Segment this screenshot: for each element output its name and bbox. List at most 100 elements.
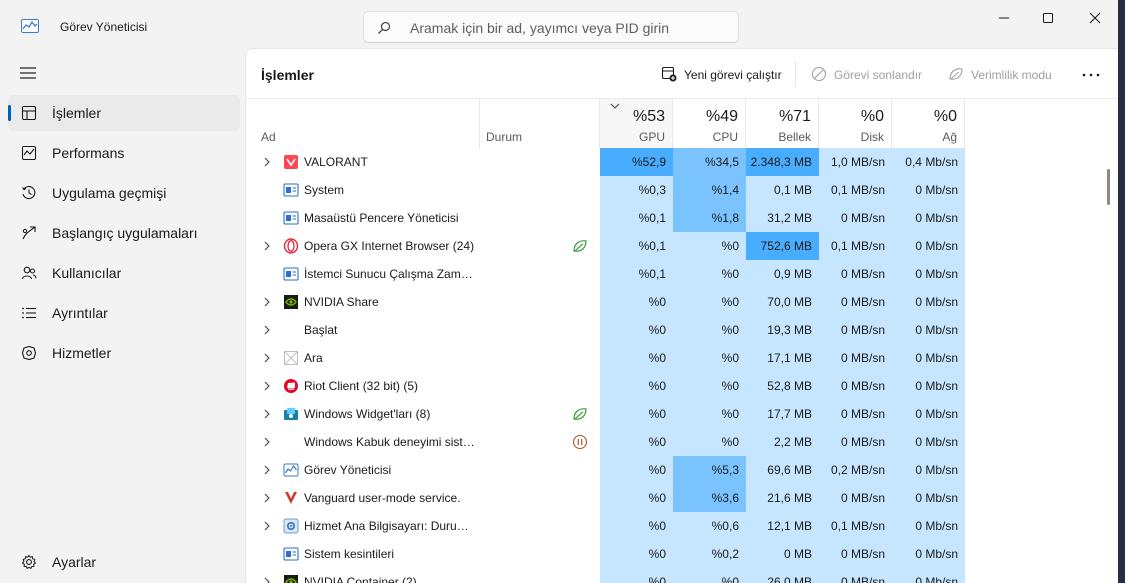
- status-cell: [480, 512, 600, 540]
- search-app-icon: [284, 351, 298, 365]
- process-name-cell: VALORANT: [246, 148, 480, 176]
- column-header-network[interactable]: %0 Ağ: [892, 99, 965, 149]
- close-button[interactable]: [1072, 0, 1118, 36]
- cpu-cell: %34,5: [673, 148, 746, 176]
- hamburger-menu-icon[interactable]: [19, 66, 37, 80]
- disk-cell: 1,0 MB/sn: [819, 148, 892, 176]
- efficiency-mode-button[interactable]: Verimlilik modu: [948, 64, 1063, 86]
- settings-button[interactable]: Ayarlar: [8, 544, 240, 580]
- gear-icon: [21, 554, 37, 570]
- table-row[interactable]: Ara %0 %0 17,1 MB 0 MB/sn 0 Mb/sn: [246, 344, 1118, 372]
- column-header-cpu[interactable]: %49 CPU: [673, 99, 746, 149]
- efficiency-leaf-icon: [573, 240, 587, 252]
- table-row[interactable]: Windows Kabuk deneyimi sistemi %0 %0 2,2 MB…: [246, 428, 1118, 456]
- column-label-memory: Bellek: [778, 130, 811, 144]
- disk-cell: 0 MB/sn: [819, 204, 892, 232]
- column-header-status[interactable]: Durum: [480, 99, 600, 149]
- sidebar-item-processes[interactable]: İşlemler: [8, 95, 240, 131]
- chevron-right-icon[interactable]: [264, 409, 270, 419]
- sidebar-item-startup-apps[interactable]: Başlangıç uygulamaları: [8, 215, 240, 251]
- end-task-button[interactable]: Görevi sonlandır: [811, 64, 931, 86]
- chevron-right-icon[interactable]: [264, 297, 270, 307]
- table-row[interactable]: Opera GX Internet Browser (24) %0,1 %0 752,…: [246, 232, 1118, 260]
- table-row[interactable]: Riot Client (32 bit) (5) %0 %0 52,8 MB 0 MB/…: [246, 372, 1118, 400]
- cpu-cell: %0: [673, 400, 746, 428]
- chevron-right-icon[interactable]: [264, 157, 270, 167]
- column-header-gpu[interactable]: %53 GPU: [600, 99, 673, 149]
- vertical-scrollbar[interactable]: [1107, 154, 1110, 583]
- sidebar-item-users[interactable]: Kullanıcılar: [8, 255, 240, 291]
- process-name: Opera GX Internet Browser (24): [304, 239, 475, 253]
- minimize-button[interactable]: [981, 0, 1027, 36]
- network-total-percent: %0: [933, 108, 957, 125]
- column-header-disk[interactable]: %0 Disk: [819, 99, 892, 149]
- gpu-cell: %0: [600, 512, 673, 540]
- network-cell: 0 Mb/sn: [892, 232, 965, 260]
- gpu-cell: %0: [600, 540, 673, 568]
- chevron-right-icon[interactable]: [264, 437, 270, 447]
- table-row[interactable]: Sistem kesintileri %0 %0,2 0 MB 0 MB/sn 0 Mb/…: [246, 540, 1118, 568]
- memory-cell: 0,9 MB: [746, 260, 819, 288]
- widgets-icon: [284, 408, 298, 420]
- sidebar-item-app-history[interactable]: Uygulama geçmişi: [8, 175, 240, 211]
- table-row[interactable]: VALORANT %52,9 %34,5 2.348,3 MB 1,0 MB/sn 0,4…: [246, 148, 1118, 176]
- process-name: Hizmet Ana Bilgisayarı: Durum Deposu Hiz…: [304, 519, 476, 533]
- column-label-disk: Disk: [860, 130, 884, 144]
- chevron-right-icon[interactable]: [264, 493, 270, 503]
- details-icon: [22, 307, 36, 319]
- table-row[interactable]: NVIDIA Share %0 %0 70,0 MB 0 MB/sn 0 Mb/sn: [246, 288, 1118, 316]
- status-cell: [480, 260, 600, 288]
- chevron-right-icon[interactable]: [264, 465, 270, 475]
- disk-cell: 0 MB/sn: [819, 372, 892, 400]
- memory-cell: 12,1 MB: [746, 512, 819, 540]
- sidebar-item-details[interactable]: Ayrıntılar: [8, 295, 240, 331]
- table-row[interactable]: System %0,3 %1,4 0,1 MB 0,1 MB/sn 0 Mb/sn: [246, 176, 1118, 204]
- process-name: Windows Widget'ları (8): [304, 407, 431, 421]
- sidebar-item-services[interactable]: Hizmetler: [8, 335, 240, 371]
- table-row[interactable]: Vanguard user-mode service. %0 %3,6 21,6 MB…: [246, 484, 1118, 512]
- performance-icon: [21, 145, 37, 161]
- column-label-cpu: CPU: [712, 130, 738, 144]
- chevron-right-icon[interactable]: [264, 353, 270, 363]
- cpu-cell: %0: [673, 372, 746, 400]
- gpu-cell: %0: [600, 568, 673, 583]
- active-indicator: [8, 105, 11, 121]
- column-header-memory[interactable]: %71 Bellek: [746, 99, 819, 149]
- scrollbar-thumb[interactable]: [1107, 169, 1110, 205]
- table-row[interactable]: Windows Widget'ları (8) %0 %0 17,7 MB 0 MB/s…: [246, 400, 1118, 428]
- cpu-cell: %0: [673, 232, 746, 260]
- table-row[interactable]: Görev Yöneticisi %0 %5,3 69,6 MB 0,2 MB/sn 0 …: [246, 456, 1118, 484]
- chevron-right-icon[interactable]: [264, 577, 270, 583]
- process-name: Windows Kabuk deneyimi sistemi: [304, 435, 476, 449]
- maximize-button[interactable]: [1025, 0, 1071, 36]
- background-window-edge: [1118, 0, 1125, 583]
- status-cell: [480, 372, 600, 400]
- gpu-cell: %0,1: [600, 260, 673, 288]
- disk-cell: 0 MB/sn: [819, 400, 892, 428]
- service-host-icon: [283, 518, 299, 534]
- column-header-name[interactable]: Ad: [246, 99, 480, 149]
- new-task-icon: [661, 66, 677, 82]
- chevron-right-icon[interactable]: [264, 521, 270, 531]
- network-cell: 0 Mb/sn: [892, 400, 965, 428]
- table-row[interactable]: Hizmet Ana Bilgisayarı: Durum Deposu Hiz…: [246, 512, 1118, 540]
- run-new-task-button[interactable]: Yeni görevi çalıştır: [661, 64, 791, 86]
- chevron-right-icon[interactable]: [264, 325, 270, 335]
- memory-cell: 17,7 MB: [746, 400, 819, 428]
- end-task-icon: [811, 66, 827, 82]
- table-row[interactable]: Başlat %0 %0 19,3 MB 0 MB/sn 0 Mb/sn: [246, 316, 1118, 344]
- table-row[interactable]: NVIDIA Container (2) %0 %0 26,0 MB 0 MB/sn 0 …: [246, 568, 1118, 583]
- search-input[interactable]: Aramak için bir ad, yayımcı veya PID gir…: [363, 11, 739, 43]
- memory-cell: 70,0 MB: [746, 288, 819, 316]
- memory-total-percent: %71: [778, 108, 811, 125]
- status-cell: [480, 204, 600, 232]
- more-options-icon[interactable]: [1080, 71, 1102, 79]
- sidebar-item-performance[interactable]: Performans: [8, 135, 240, 171]
- chevron-right-icon[interactable]: [264, 241, 270, 251]
- chevron-right-icon[interactable]: [264, 381, 270, 391]
- table-row[interactable]: İstemci Sunucu Çalışma Zamanı İşlemi %0,1…: [246, 260, 1118, 288]
- sidebar-item-label: Performans: [52, 145, 125, 161]
- process-name: NVIDIA Share: [304, 295, 379, 309]
- table-row[interactable]: Masaüstü Pencere Yöneticisi %0,1 %1,8 31,2 …: [246, 204, 1118, 232]
- status-cell: [480, 540, 600, 568]
